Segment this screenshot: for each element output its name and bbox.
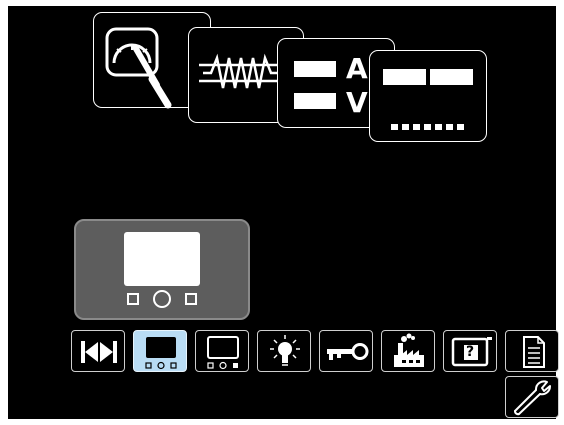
- display-preview-icon: [124, 232, 200, 308]
- display-config-icon: [145, 337, 177, 370]
- tools-button[interactable]: [505, 376, 559, 418]
- display-layout-icon: [383, 69, 473, 130]
- light-bulb-icon: [270, 335, 300, 366]
- document-icon: [523, 336, 545, 368]
- amps-label: A: [346, 52, 368, 85]
- wrench-icon: [514, 380, 551, 416]
- key-button[interactable]: [319, 330, 373, 372]
- brightness-button[interactable]: [257, 330, 311, 372]
- key-icon: [327, 343, 369, 360]
- welder-display-screen: A V ?: [8, 6, 559, 419]
- navigate-arrows-button[interactable]: [71, 330, 125, 372]
- display-config-alt-button[interactable]: [195, 330, 249, 372]
- display-layout-card[interactable]: [369, 50, 487, 142]
- display-config-alt-icon: [207, 336, 239, 370]
- factory-reset-button[interactable]: [381, 330, 435, 372]
- display-preview-panel: [74, 219, 250, 320]
- display-config-button[interactable]: [133, 330, 187, 372]
- document-button[interactable]: [505, 330, 559, 372]
- factory-icon: [394, 333, 424, 367]
- help-button[interactable]: ?: [443, 330, 497, 372]
- help-mark: ?: [466, 344, 475, 360]
- left-right-arrows-icon: [81, 341, 117, 363]
- volts-label: V: [346, 86, 368, 119]
